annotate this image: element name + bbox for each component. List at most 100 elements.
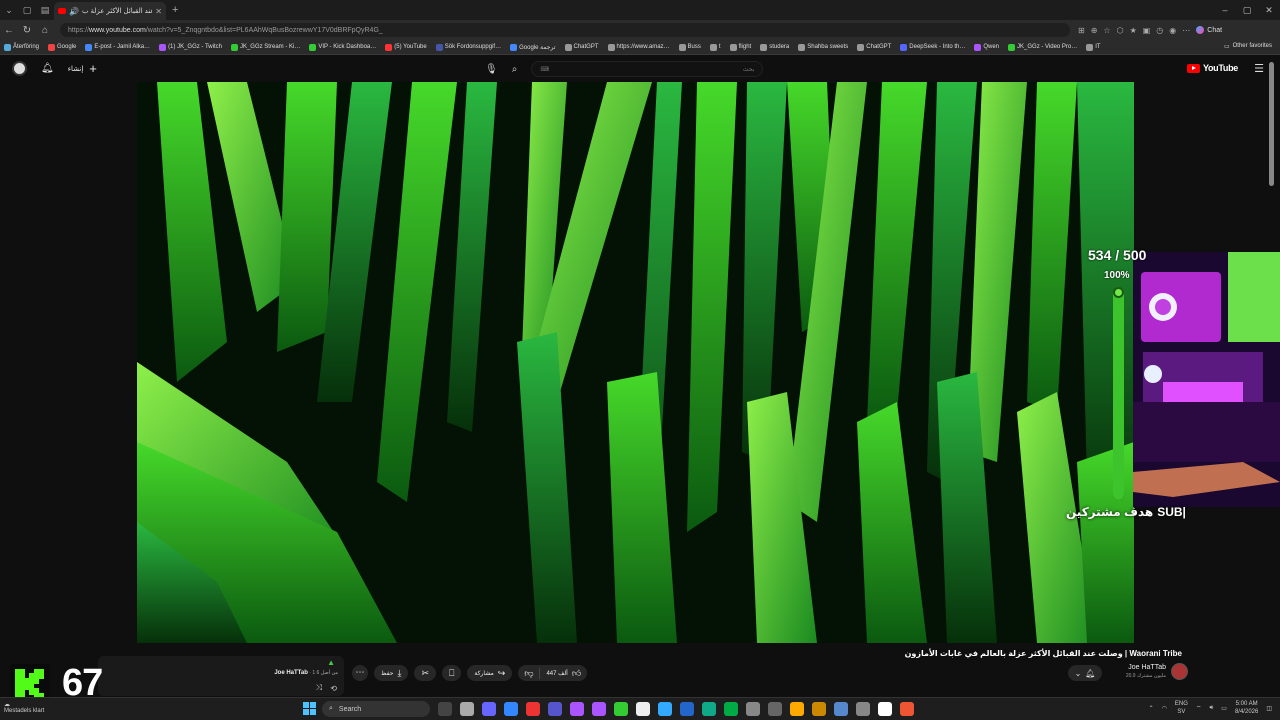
- taskbar-app-icon[interactable]: [636, 702, 650, 716]
- taskbar-app-icon[interactable]: [570, 702, 584, 716]
- channel-info[interactable]: Joe HaTTab 20.9 مليون مشترك: [1126, 664, 1166, 679]
- subscribed-bell-button[interactable]: ⌄ 🔔︎: [1068, 665, 1102, 681]
- save-playlist-button[interactable]: ⎕: [441, 665, 462, 681]
- bookmark-item[interactable]: E-post - Jamil Alka…: [85, 43, 150, 51]
- other-favorites[interactable]: ▭ Other favorites: [1224, 43, 1272, 50]
- vertical-tabs-icon[interactable]: ▤: [36, 5, 54, 16]
- taskbar-app-icon[interactable]: [548, 702, 562, 716]
- clock[interactable]: 5:00 AM 8/4/2026: [1235, 700, 1258, 716]
- hamburger-menu-icon[interactable]: ☰: [1254, 62, 1264, 75]
- loop-icon[interactable]: ⟲: [330, 684, 337, 693]
- bookmark-item[interactable]: Google ترجمة: [510, 43, 556, 51]
- bookmark-item[interactable]: (1) JK_GGz - Twitch: [159, 43, 222, 51]
- bookmark-item[interactable]: JK_GGz - Video Pro…: [1008, 43, 1077, 51]
- taskbar-app-icon[interactable]: [746, 702, 760, 716]
- speaker-icon[interactable]: 🔊: [69, 7, 79, 16]
- notifications-bell-icon[interactable]: 🔔︎: [41, 63, 54, 74]
- clip-button[interactable]: ✂: [414, 665, 436, 681]
- network-icon[interactable]: ◠: [1162, 705, 1167, 712]
- video-player[interactable]: [137, 82, 1134, 643]
- dislike-button[interactable]: 👎︎: [518, 668, 539, 679]
- close-window-button[interactable]: ✕: [1258, 0, 1280, 20]
- playlist-panel[interactable]: ▲ Joe HaTTab · 1 من أصل 6 ⤨ ⟲: [98, 656, 344, 696]
- maximize-button[interactable]: ▢: [1236, 0, 1258, 20]
- favorite-star-icon[interactable]: ☆: [1103, 26, 1110, 35]
- bookmark-item[interactable]: https://www.amaz…: [607, 43, 670, 51]
- youtube-logo[interactable]: YouTube: [1186, 63, 1238, 73]
- search-input[interactable]: ⌨ بحث: [531, 61, 764, 77]
- taskbar-app-icon[interactable]: [900, 702, 914, 716]
- volume-icon[interactable]: 🔊︎: [1210, 705, 1214, 712]
- bookmark-item[interactable]: Google: [48, 43, 76, 51]
- profile-icon[interactable]: ◉: [1169, 26, 1176, 35]
- account-avatar[interactable]: [12, 61, 27, 76]
- more-actions-button[interactable]: ⋯: [352, 665, 368, 681]
- bookmark-item[interactable]: Qwen: [974, 43, 999, 51]
- taskbar-app-icon[interactable]: [526, 702, 540, 716]
- workspaces-icon[interactable]: ▢: [18, 5, 36, 16]
- bookmark-item[interactable]: Buss: [678, 43, 701, 51]
- voice-search-mic-icon[interactable]: 🎙︎: [485, 64, 498, 75]
- tab-actions-icon[interactable]: ⌄: [0, 5, 18, 16]
- taskbar-app-icon[interactable]: [812, 702, 826, 716]
- bookmark-item[interactable]: flight: [729, 43, 751, 51]
- refresh-icon[interactable]: ↻: [18, 25, 36, 36]
- create-button[interactable]: إنشاء +: [68, 61, 97, 76]
- new-tab-button[interactable]: +: [172, 4, 178, 16]
- save-button[interactable]: حفظ ⤓: [374, 665, 409, 681]
- back-icon[interactable]: ←: [0, 25, 18, 36]
- taskbar-app-icon[interactable]: [592, 702, 606, 716]
- taskbar-app-icon[interactable]: [658, 702, 672, 716]
- taskbar-app-icon[interactable]: [790, 702, 804, 716]
- bookmark-item[interactable]: t: [709, 43, 721, 51]
- bookmark-item[interactable]: Sök Fordonsuppgif…: [435, 43, 501, 51]
- taskbar-app-icon[interactable]: [482, 702, 496, 716]
- bookmark-item[interactable]: Återföring: [4, 43, 39, 51]
- chat-button[interactable]: Chat: [1196, 26, 1222, 34]
- taskbar-search[interactable]: ⌕ Search: [322, 701, 430, 717]
- bookmark-item[interactable]: JK_GGz Stream - Ki…: [230, 43, 300, 51]
- page-scrollbar[interactable]: [1269, 62, 1274, 186]
- like-button[interactable]: 447 ألف 👍︎: [539, 667, 587, 679]
- close-tab-icon[interactable]: ✕: [155, 7, 162, 16]
- taskbar-app-icon[interactable]: [680, 702, 694, 716]
- minimize-button[interactable]: –: [1214, 0, 1236, 20]
- collections-icon[interactable]: ▣: [1143, 26, 1151, 35]
- taskbar-app-icon[interactable]: [504, 702, 518, 716]
- tab-active[interactable]: 🔊 وصلت عند القبائل الأكثر عزلة ب ✕: [54, 2, 166, 20]
- shuffle-icon[interactable]: ⤨: [316, 683, 322, 693]
- taskbar-app-icon[interactable]: [614, 702, 628, 716]
- bookmark-item[interactable]: studera: [760, 43, 789, 51]
- wifi-icon[interactable]: ⌔: [1196, 704, 1202, 712]
- bookmark-item[interactable]: ChatGPT: [857, 43, 891, 51]
- tray-overflow-icon[interactable]: ⌃: [1149, 705, 1154, 712]
- taskbar-app-icon[interactable]: [834, 702, 848, 716]
- share-button[interactable]: مشاركة ↪: [467, 665, 513, 681]
- app-available-icon[interactable]: ⊞: [1078, 26, 1085, 35]
- favorites-icon[interactable]: ★: [1130, 26, 1137, 35]
- search-icon[interactable]: ⌕: [512, 64, 518, 75]
- taskbar-app-icon[interactable]: [460, 702, 474, 716]
- taskbar-app-icon[interactable]: [438, 702, 452, 716]
- bookmark-item[interactable]: Shahba sweets: [798, 43, 848, 51]
- weather-widget[interactable]: ☁ Mestadels klart: [4, 701, 44, 714]
- taskbar-app-icon[interactable]: [878, 702, 892, 716]
- zoom-icon[interactable]: ⊕: [1091, 26, 1098, 35]
- notification-center-icon[interactable]: ◫: [1266, 705, 1272, 712]
- bookmark-item[interactable]: (5) YouTube: [385, 43, 427, 51]
- taskbar-app-icon[interactable]: [856, 702, 870, 716]
- home-icon[interactable]: ⌂: [36, 25, 54, 36]
- extension-icon[interactable]: ⬡: [1117, 26, 1124, 35]
- battery-icon[interactable]: ▭: [1221, 705, 1227, 712]
- bookmark-item[interactable]: IT: [1086, 43, 1101, 51]
- taskbar-app-icon[interactable]: [724, 702, 738, 716]
- bookmark-item[interactable]: DeepSeek - Into th…: [900, 43, 965, 51]
- channel-avatar[interactable]: [1171, 663, 1188, 680]
- start-button[interactable]: [303, 702, 316, 715]
- bookmark-item[interactable]: ChatGPT: [564, 43, 599, 51]
- address-input[interactable]: https://www.youtube.com/watch?v=5_Znqgnt…: [60, 23, 1070, 37]
- more-menu-icon[interactable]: ⋯: [1182, 26, 1190, 35]
- language-indicator[interactable]: ENG SV: [1175, 700, 1188, 716]
- taskbar-app-icon[interactable]: [768, 702, 782, 716]
- keyboard-icon[interactable]: ⌨: [540, 66, 549, 73]
